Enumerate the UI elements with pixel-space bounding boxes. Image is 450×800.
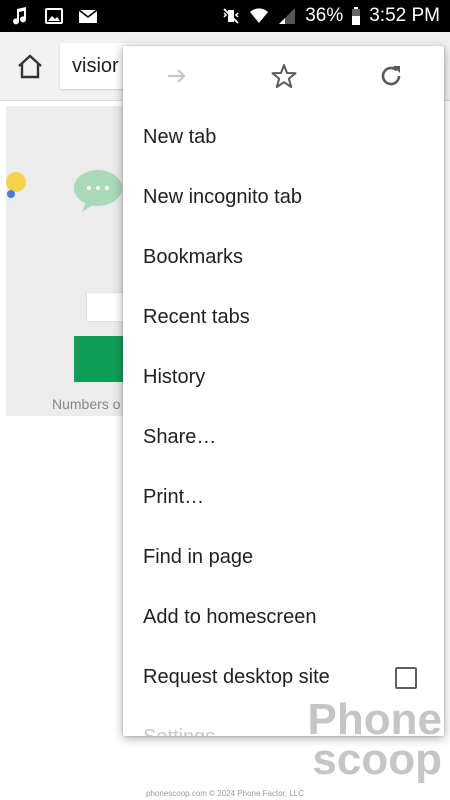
status-bar: 36% 3:52 PM <box>0 0 450 32</box>
menu-item-add-to-homescreen[interactable]: Add to homescreen <box>123 587 444 647</box>
menu-item-recent-tabs[interactable]: Recent tabs <box>123 287 444 347</box>
menu-item-label: Print… <box>143 486 205 508</box>
forward-arrow-icon <box>168 69 186 83</box>
watermark-line2: scoop <box>312 735 442 784</box>
page-caption: Numbers o <box>52 396 121 412</box>
menu-item-find-in-page[interactable]: Find in page <box>123 527 444 587</box>
signal-icon <box>277 6 297 26</box>
refresh-button[interactable] <box>377 62 405 90</box>
chat-bubble-green-icon <box>74 170 122 212</box>
menu-item-new-incognito-tab[interactable]: New incognito tab <box>123 167 444 227</box>
menu-item-bookmarks[interactable]: Bookmarks <box>123 227 444 287</box>
menu-item-label: Add to homescreen <box>143 606 317 628</box>
notification-icons <box>10 6 98 26</box>
page-content: Numbers o <box>6 106 132 416</box>
mail-icon <box>78 6 98 26</box>
refresh-icon <box>381 66 401 86</box>
desktop-site-checkbox[interactable] <box>395 667 417 689</box>
home-icon <box>18 54 42 79</box>
menu-item-label: History <box>143 366 206 388</box>
menu-item-label: Share… <box>143 426 217 448</box>
menu-item-label: New tab <box>143 126 217 148</box>
battery-percent: 36% <box>305 5 344 26</box>
menu-item-label: Find in page <box>143 546 254 568</box>
home-button[interactable] <box>14 50 46 82</box>
star-icon <box>271 64 297 88</box>
menu-item-history[interactable]: History <box>123 347 444 407</box>
page-green-button[interactable] <box>74 336 130 382</box>
watermark-line1: Phone <box>307 695 442 744</box>
vibrate-mute-icon <box>221 6 241 26</box>
menu-item-label: Bookmarks <box>143 246 244 268</box>
menu-item-new-tab[interactable]: New tab <box>123 107 444 167</box>
chat-bubble-yellow-icon <box>6 172 26 198</box>
menu-item-print[interactable]: Print… <box>123 467 444 527</box>
watermark-logo: Phone scoop <box>307 695 442 784</box>
system-status: 36% 3:52 PM <box>221 0 440 32</box>
menu-item-label: New incognito tab <box>143 186 302 208</box>
menu-icon-row <box>123 46 444 106</box>
footer-credit: phonescoop.com © 2024 Phone Factor, LLC <box>146 789 304 798</box>
music-note-icon <box>10 6 30 26</box>
menu-item-label: Request desktop site <box>143 666 330 688</box>
overflow-menu: New tab New incognito tab Bookmarks Rece… <box>123 46 444 736</box>
wifi-icon <box>249 6 269 26</box>
bookmark-star-button[interactable] <box>270 62 298 90</box>
image-icon <box>44 6 64 26</box>
menu-item-share[interactable]: Share… <box>123 407 444 467</box>
menu-item-label: Recent tabs <box>143 306 250 328</box>
url-text: visior <box>72 55 119 77</box>
battery-icon <box>351 6 361 26</box>
clock: 3:52 PM <box>369 5 440 26</box>
menu-item-label: Settings <box>143 726 215 736</box>
forward-button[interactable] <box>163 62 191 90</box>
